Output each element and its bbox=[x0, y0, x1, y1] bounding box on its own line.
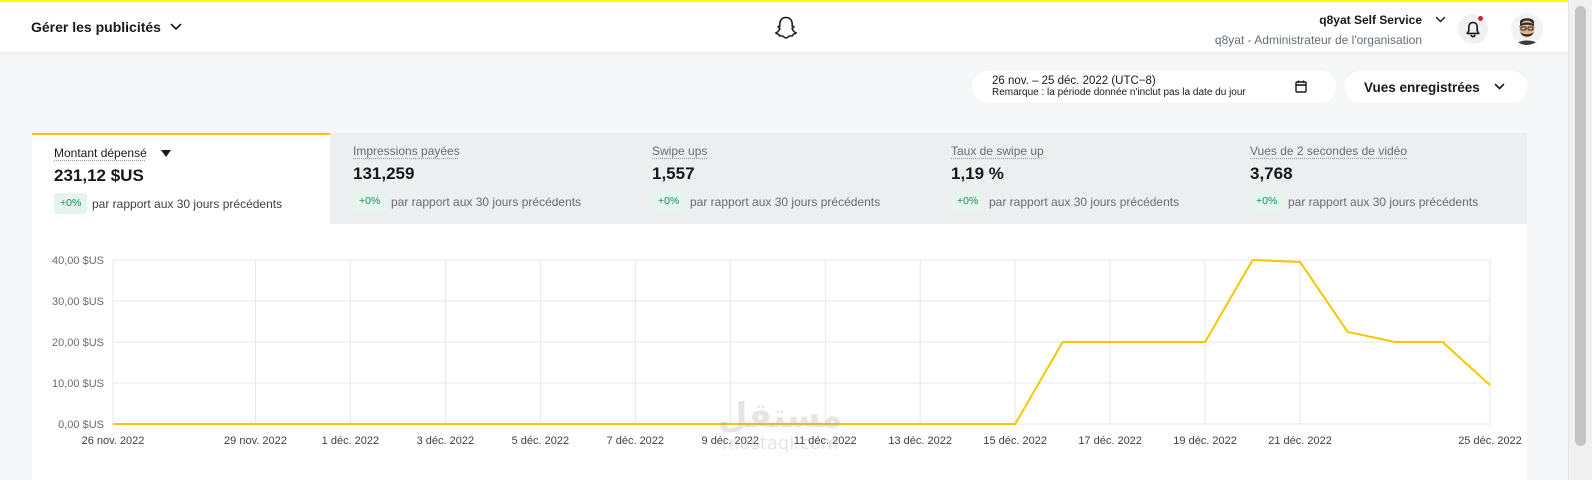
chevron-down-icon bbox=[1435, 16, 1446, 23]
notification-dot bbox=[1477, 15, 1484, 22]
metric-label: Taux de swipe up bbox=[951, 144, 1044, 158]
metric-tab-swipe-rate[interactable]: Taux de swipe up 1,19 % +0% par rapport … bbox=[929, 133, 1228, 224]
data-point bbox=[1298, 260, 1302, 264]
notifications-button[interactable] bbox=[1458, 14, 1488, 44]
data-point bbox=[966, 422, 970, 426]
saved-views-label: Vues enregistrées bbox=[1364, 79, 1480, 95]
account-name: q8yat Self Service bbox=[1319, 13, 1422, 27]
avatar[interactable] bbox=[1511, 13, 1543, 45]
metric-label: Impressions payées bbox=[353, 144, 460, 158]
data-point bbox=[253, 422, 257, 426]
data-point bbox=[206, 422, 210, 426]
y-tick-label: 0,00 $US bbox=[58, 419, 104, 431]
x-tick-label: 13 déc. 2022 bbox=[888, 435, 952, 447]
data-point bbox=[348, 422, 352, 426]
manage-ads-menu[interactable]: Gérer les publicités bbox=[31, 19, 182, 35]
data-point bbox=[491, 422, 495, 426]
metric-comparison: par rapport aux 30 jours précédents bbox=[391, 195, 582, 209]
metric-label: Swipe ups bbox=[652, 144, 708, 158]
x-tick-label: 1 déc. 2022 bbox=[322, 435, 380, 447]
x-tick-label: 17 déc. 2022 bbox=[1078, 435, 1142, 447]
page-scrollbar[interactable] bbox=[1568, 0, 1592, 480]
metric-change-badge: +0% bbox=[353, 191, 387, 212]
data-point bbox=[633, 422, 637, 426]
metric-tab-swipe-ups[interactable]: Swipe ups 1,557 +0% par rapport aux 30 j… bbox=[630, 133, 929, 224]
metric-value: 3,768 bbox=[1250, 164, 1293, 183]
metric-label: Vues de 2 secondes de vidéo bbox=[1250, 144, 1408, 158]
x-tick-label: 19 déc. 2022 bbox=[1173, 435, 1237, 447]
data-point bbox=[1061, 340, 1065, 344]
metric-comparison: par rapport aux 30 jours précédents bbox=[989, 195, 1180, 209]
saved-views-dropdown[interactable]: Vues enregistrées bbox=[1345, 71, 1527, 103]
x-tick-label: 29 nov. 2022 bbox=[224, 435, 287, 447]
metric-tab-video-views[interactable]: Vues de 2 secondes de vidéo 3,768 +0% pa… bbox=[1228, 133, 1527, 224]
metric-comparison: par rapport aux 30 jours précédents bbox=[92, 197, 283, 211]
watermark: مستقل mostaql.com bbox=[718, 398, 842, 454]
data-point bbox=[871, 422, 875, 426]
calendar-icon bbox=[1295, 80, 1307, 93]
data-point bbox=[918, 422, 922, 426]
x-tick-label: 25 déc. 2022 bbox=[1458, 435, 1522, 447]
metric-value: 131,259 bbox=[353, 164, 415, 183]
top-bar: Gérer les publicités q8yat Self Service … bbox=[0, 0, 1568, 52]
snapchat-ghost-icon[interactable] bbox=[773, 15, 799, 41]
metric-change-badge: +0% bbox=[652, 191, 686, 212]
bell-icon bbox=[1466, 21, 1480, 38]
data-point bbox=[538, 422, 542, 426]
account-switcher[interactable]: q8yat Self Service q8yat - Administrateu… bbox=[1215, 13, 1446, 47]
data-point bbox=[1013, 422, 1017, 426]
x-tick-label: 3 déc. 2022 bbox=[417, 435, 475, 447]
data-point bbox=[1346, 330, 1350, 334]
account-role: q8yat - Administrateur de l'organisation bbox=[1214, 33, 1422, 47]
metric-comparison: par rapport aux 30 jours précédents bbox=[1288, 195, 1479, 209]
caret-down-icon[interactable] bbox=[161, 150, 171, 157]
metric-label: Montant dépensé bbox=[54, 146, 147, 160]
y-tick-label: 20,00 $US bbox=[52, 337, 104, 349]
y-tick-label: 40,00 $US bbox=[52, 255, 104, 267]
data-point bbox=[1108, 340, 1112, 344]
x-tick-label: 5 déc. 2022 bbox=[512, 435, 570, 447]
data-point bbox=[158, 422, 162, 426]
date-range-note: Remarque : la période donnée n'inclut pa… bbox=[992, 87, 1246, 98]
metrics-tabs: Montant dépensé 231,12 $US +0% par rappo… bbox=[32, 133, 1527, 224]
data-point bbox=[1488, 383, 1492, 387]
y-tick-label: 30,00 $US bbox=[52, 296, 104, 308]
date-range-picker[interactable]: 26 nov. – 25 déc. 2022 (UTC−8) Remarque … bbox=[972, 71, 1336, 103]
data-point bbox=[1156, 340, 1160, 344]
x-tick-label: 15 déc. 2022 bbox=[983, 435, 1047, 447]
data-point bbox=[1441, 340, 1445, 344]
metric-value: 1,557 bbox=[652, 164, 695, 183]
data-point bbox=[681, 422, 685, 426]
metric-tab-impressions[interactable]: Impressions payées 131,259 +0% par rappo… bbox=[331, 133, 630, 224]
data-point bbox=[443, 422, 447, 426]
manage-ads-label: Gérer les publicités bbox=[31, 19, 161, 35]
metric-value: 1,19 % bbox=[951, 164, 1004, 183]
x-tick-label: 7 déc. 2022 bbox=[607, 435, 665, 447]
metric-value: 231,12 $US bbox=[54, 166, 144, 185]
chevron-down-icon bbox=[170, 23, 182, 31]
data-point bbox=[1393, 340, 1397, 344]
data-point bbox=[301, 422, 305, 426]
metric-change-badge: +0% bbox=[54, 193, 88, 214]
data-point bbox=[396, 422, 400, 426]
data-point bbox=[111, 422, 115, 426]
date-range-text: 26 nov. – 25 déc. 2022 (UTC−8) bbox=[992, 75, 1156, 87]
chevron-down-icon bbox=[1494, 83, 1505, 90]
x-tick-label: 21 déc. 2022 bbox=[1268, 435, 1332, 447]
metric-change-badge: +0% bbox=[951, 191, 985, 212]
data-point bbox=[586, 422, 590, 426]
metric-change-badge: +0% bbox=[1250, 191, 1284, 212]
watermark-latin: mostaql.com bbox=[721, 433, 839, 454]
x-tick-label: 26 nov. 2022 bbox=[82, 435, 145, 447]
watermark-arabic: مستقل bbox=[718, 396, 843, 436]
bitmoji-avatar-icon bbox=[1511, 13, 1543, 45]
metric-tab-spend[interactable]: Montant dépensé 231,12 $US +0% par rappo… bbox=[32, 133, 330, 224]
data-point bbox=[1251, 258, 1255, 262]
data-point bbox=[1203, 340, 1207, 344]
y-axis-ticks: 0,00 $US 10,00 $US 20,00 $US 30,00 $US 40,00… bbox=[52, 255, 104, 431]
metric-comparison: par rapport aux 30 jours précédents bbox=[690, 195, 881, 209]
y-tick-label: 10,00 $US bbox=[52, 378, 104, 390]
scrollbar-thumb[interactable] bbox=[1575, 6, 1586, 446]
